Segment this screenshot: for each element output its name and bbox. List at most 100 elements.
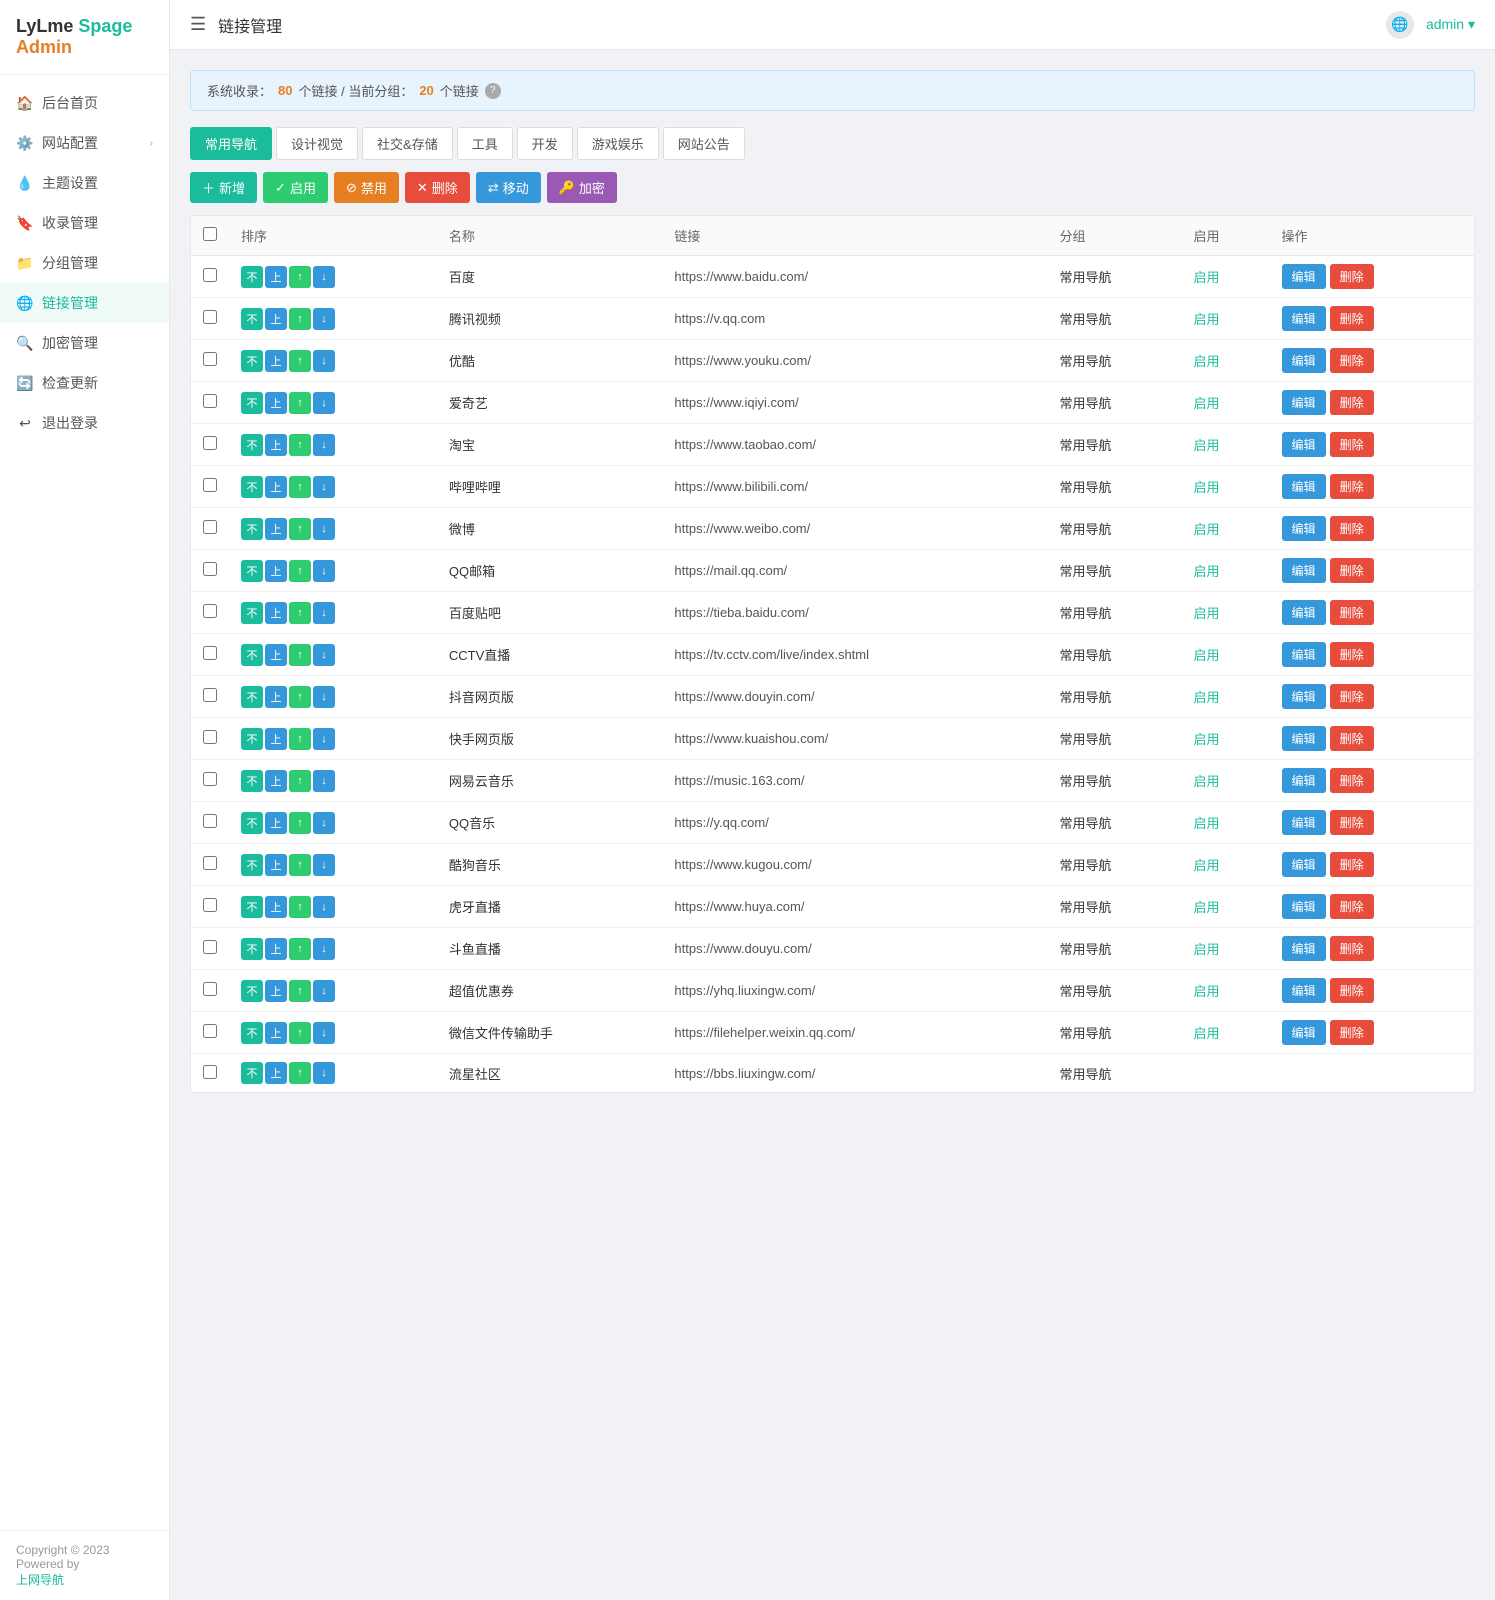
sort-置底-button[interactable]: 上 bbox=[265, 770, 287, 792]
add-button[interactable]: ＋ 新增 bbox=[190, 172, 257, 203]
row-checkbox[interactable] bbox=[203, 898, 217, 912]
delete-row-button[interactable]: 删除 bbox=[1330, 600, 1374, 625]
edit-button[interactable]: 编辑 bbox=[1282, 1020, 1326, 1045]
sort-置底-button[interactable]: 上 bbox=[265, 434, 287, 456]
sort-置顶-button[interactable]: 不 bbox=[241, 938, 263, 960]
sort-置顶-button[interactable]: 不 bbox=[241, 1022, 263, 1044]
enabled-badge[interactable]: 启用 bbox=[1193, 354, 1219, 369]
delete-row-button[interactable]: 删除 bbox=[1330, 348, 1374, 373]
delete-row-button[interactable]: 删除 bbox=[1330, 1020, 1374, 1045]
tab-dev[interactable]: 开发 bbox=[517, 127, 573, 160]
sort-置顶-button[interactable]: 不 bbox=[241, 392, 263, 414]
sort-上移-button[interactable]: ↑ bbox=[289, 854, 311, 876]
edit-button[interactable]: 编辑 bbox=[1282, 264, 1326, 289]
sort-置顶-button[interactable]: 不 bbox=[241, 812, 263, 834]
row-checkbox[interactable] bbox=[203, 394, 217, 408]
sort-上移-button[interactable]: ↑ bbox=[289, 476, 311, 498]
delete-row-button[interactable]: 删除 bbox=[1330, 558, 1374, 583]
sort-置顶-button[interactable]: 不 bbox=[241, 518, 263, 540]
sort-下移-button[interactable]: ↓ bbox=[313, 938, 335, 960]
sort-下移-button[interactable]: ↓ bbox=[313, 392, 335, 414]
sort-置底-button[interactable]: 上 bbox=[265, 308, 287, 330]
sort-上移-button[interactable]: ↑ bbox=[289, 728, 311, 750]
sort-置顶-button[interactable]: 不 bbox=[241, 770, 263, 792]
enabled-badge[interactable]: 启用 bbox=[1193, 816, 1219, 831]
sort-上移-button[interactable]: ↑ bbox=[289, 770, 311, 792]
enabled-badge[interactable]: 启用 bbox=[1193, 690, 1219, 705]
sort-置底-button[interactable]: 上 bbox=[265, 602, 287, 624]
row-checkbox[interactable] bbox=[203, 730, 217, 744]
sort-置底-button[interactable]: 上 bbox=[265, 938, 287, 960]
delete-row-button[interactable]: 删除 bbox=[1330, 516, 1374, 541]
delete-row-button[interactable]: 删除 bbox=[1330, 642, 1374, 667]
sort-上移-button[interactable]: ↑ bbox=[289, 980, 311, 1002]
enabled-badge[interactable]: 启用 bbox=[1193, 858, 1219, 873]
edit-button[interactable]: 编辑 bbox=[1282, 894, 1326, 919]
row-checkbox[interactable] bbox=[203, 982, 217, 996]
tab-game[interactable]: 游戏娱乐 bbox=[577, 127, 659, 160]
user-menu[interactable]: admin ▾ bbox=[1426, 16, 1475, 33]
sort-上移-button[interactable]: ↑ bbox=[289, 392, 311, 414]
delete-row-button[interactable]: 删除 bbox=[1330, 390, 1374, 415]
row-checkbox[interactable] bbox=[203, 814, 217, 828]
sidebar-item-group[interactable]: 📁 分组管理 bbox=[0, 243, 169, 283]
sort-下移-button[interactable]: ↓ bbox=[313, 1022, 335, 1044]
sort-置底-button[interactable]: 上 bbox=[265, 896, 287, 918]
sidebar-item-dashboard[interactable]: 🏠 后台首页 bbox=[0, 83, 169, 123]
tab-design[interactable]: 设计视觉 bbox=[276, 127, 358, 160]
help-icon[interactable]: ? bbox=[485, 83, 501, 99]
edit-button[interactable]: 编辑 bbox=[1282, 390, 1326, 415]
edit-button[interactable]: 编辑 bbox=[1282, 306, 1326, 331]
delete-row-button[interactable]: 删除 bbox=[1330, 852, 1374, 877]
sort-下移-button[interactable]: ↓ bbox=[313, 980, 335, 1002]
tab-tools[interactable]: 工具 bbox=[457, 127, 513, 160]
delete-row-button[interactable]: 删除 bbox=[1330, 264, 1374, 289]
sort-置底-button[interactable]: 上 bbox=[265, 812, 287, 834]
sort-上移-button[interactable]: ↑ bbox=[289, 1022, 311, 1044]
sort-置底-button[interactable]: 上 bbox=[265, 1022, 287, 1044]
globe-icon[interactable]: 🌐 bbox=[1386, 11, 1414, 39]
edit-button[interactable]: 编辑 bbox=[1282, 684, 1326, 709]
sort-置底-button[interactable]: 上 bbox=[265, 518, 287, 540]
enabled-badge[interactable]: 启用 bbox=[1193, 900, 1219, 915]
sidebar-item-check-update[interactable]: 🔄 检查更新 bbox=[0, 363, 169, 403]
sort-置顶-button[interactable]: 不 bbox=[241, 686, 263, 708]
sort-置底-button[interactable]: 上 bbox=[265, 476, 287, 498]
row-checkbox[interactable] bbox=[203, 436, 217, 450]
sort-上移-button[interactable]: ↑ bbox=[289, 1062, 311, 1084]
sort-上移-button[interactable]: ↑ bbox=[289, 434, 311, 456]
sort-置顶-button[interactable]: 不 bbox=[241, 854, 263, 876]
row-checkbox[interactable] bbox=[203, 604, 217, 618]
sort-置顶-button[interactable]: 不 bbox=[241, 266, 263, 288]
delete-row-button[interactable]: 删除 bbox=[1330, 978, 1374, 1003]
sort-下移-button[interactable]: ↓ bbox=[313, 518, 335, 540]
enabled-badge[interactable]: 启用 bbox=[1193, 396, 1219, 411]
edit-button[interactable]: 编辑 bbox=[1282, 810, 1326, 835]
delete-row-button[interactable]: 删除 bbox=[1330, 684, 1374, 709]
sort-下移-button[interactable]: ↓ bbox=[313, 1062, 335, 1084]
sort-置顶-button[interactable]: 不 bbox=[241, 560, 263, 582]
row-checkbox[interactable] bbox=[203, 268, 217, 282]
row-checkbox[interactable] bbox=[203, 520, 217, 534]
edit-button[interactable]: 编辑 bbox=[1282, 474, 1326, 499]
sort-下移-button[interactable]: ↓ bbox=[313, 644, 335, 666]
edit-button[interactable]: 编辑 bbox=[1282, 348, 1326, 373]
enabled-badge[interactable]: 启用 bbox=[1193, 606, 1219, 621]
delete-row-button[interactable]: 删除 bbox=[1330, 936, 1374, 961]
sort-下移-button[interactable]: ↓ bbox=[313, 770, 335, 792]
sort-上移-button[interactable]: ↑ bbox=[289, 812, 311, 834]
sort-置底-button[interactable]: 上 bbox=[265, 266, 287, 288]
row-checkbox[interactable] bbox=[203, 856, 217, 870]
sort-置底-button[interactable]: 上 bbox=[265, 392, 287, 414]
sidebar-item-theme[interactable]: 💧 主题设置 bbox=[0, 163, 169, 203]
delete-button[interactable]: ✕ 删除 bbox=[405, 172, 470, 203]
tab-notice[interactable]: 网站公告 bbox=[663, 127, 745, 160]
sort-置顶-button[interactable]: 不 bbox=[241, 434, 263, 456]
sort-上移-button[interactable]: ↑ bbox=[289, 938, 311, 960]
encrypt-button[interactable]: 🔑 加密 bbox=[547, 172, 617, 203]
edit-button[interactable]: 编辑 bbox=[1282, 642, 1326, 667]
enabled-badge[interactable]: 启用 bbox=[1193, 480, 1219, 495]
sort-下移-button[interactable]: ↓ bbox=[313, 560, 335, 582]
sort-下移-button[interactable]: ↓ bbox=[313, 896, 335, 918]
edit-button[interactable]: 编辑 bbox=[1282, 852, 1326, 877]
